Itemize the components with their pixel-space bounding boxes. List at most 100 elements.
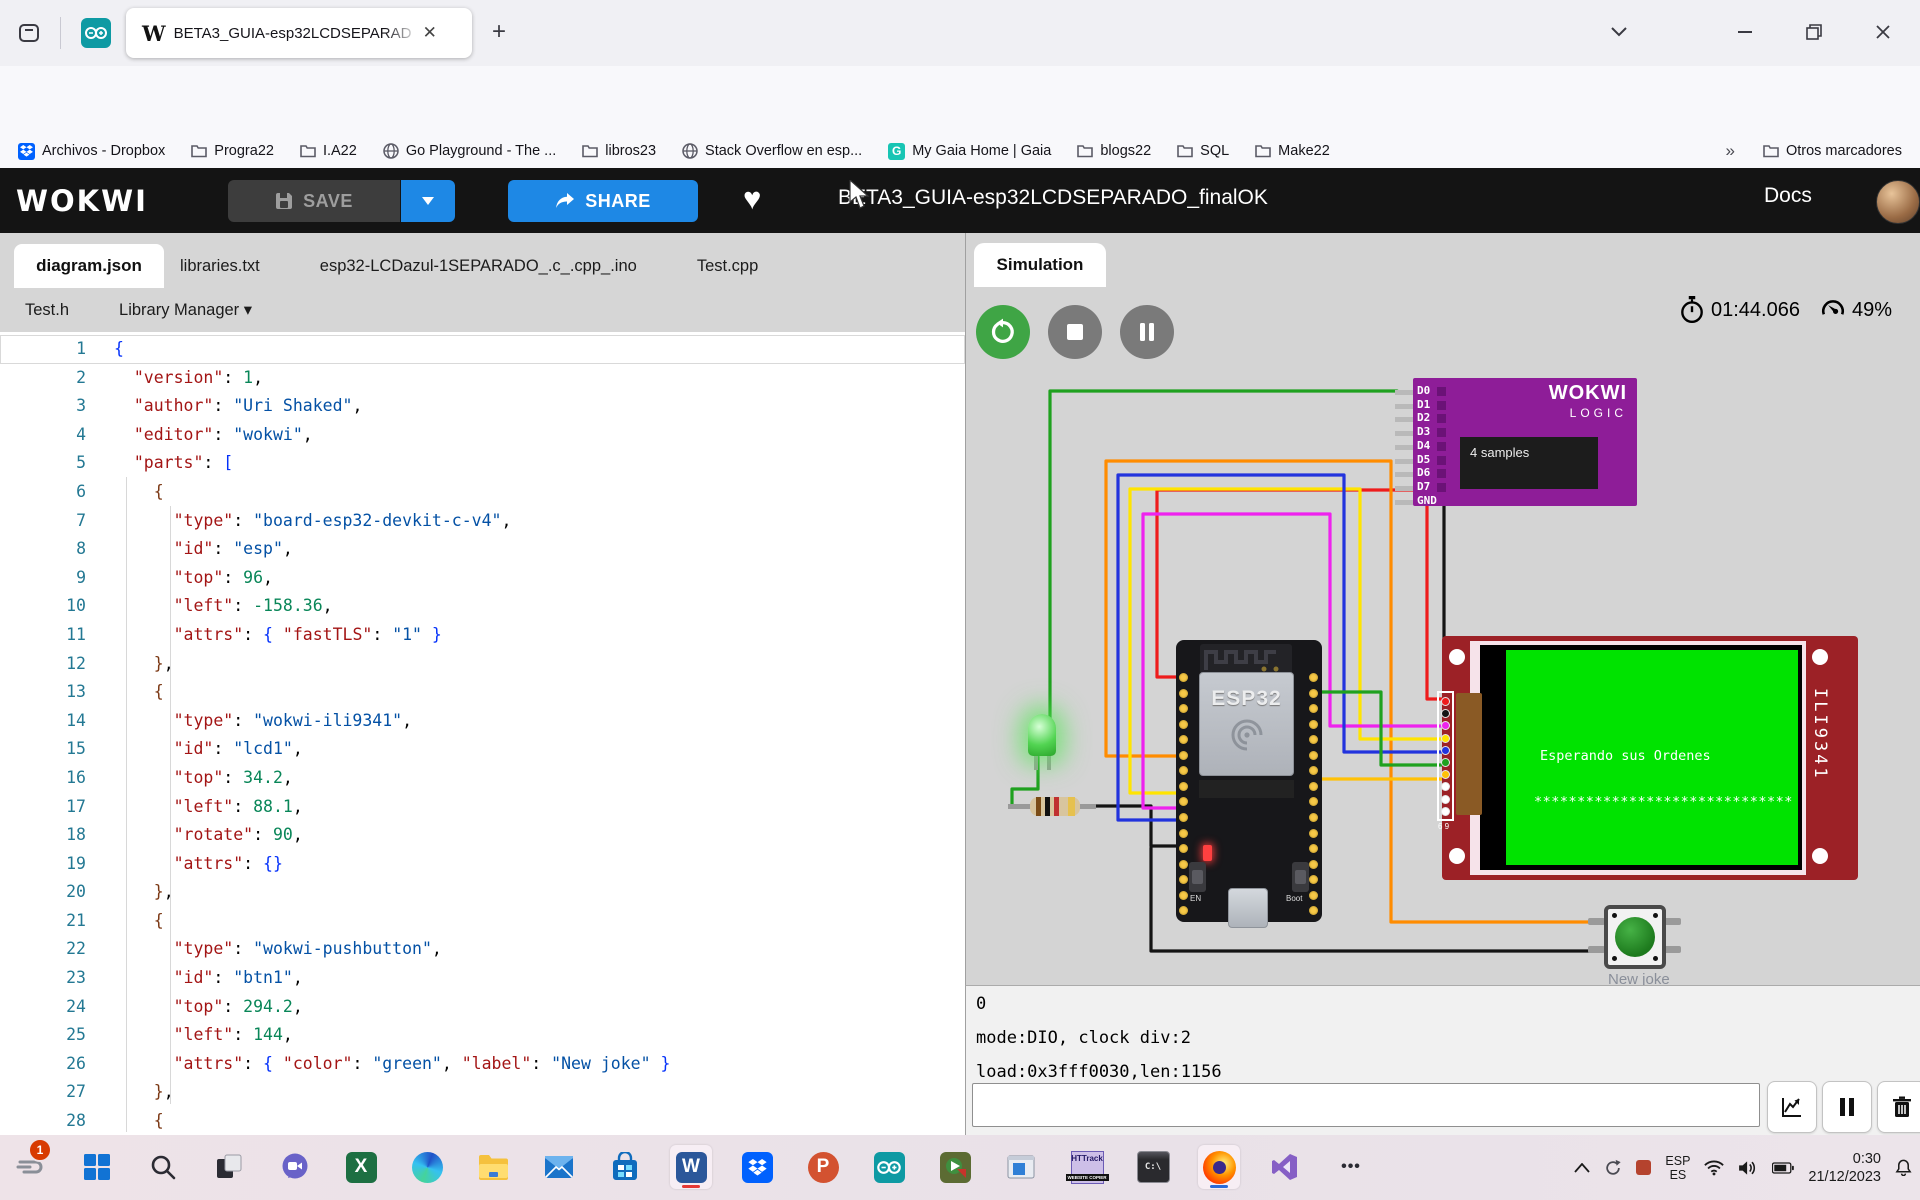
resistor[interactable] <box>1030 797 1080 816</box>
code-line[interactable]: 24 "top": 294.2, <box>0 993 965 1022</box>
taskbar-excel[interactable]: X <box>340 1145 382 1189</box>
code-line[interactable]: 27 }, <box>0 1078 965 1107</box>
serial-input[interactable] <box>972 1083 1760 1127</box>
code-line[interactable]: 28 { <box>0 1107 965 1135</box>
code-line[interactable]: 11 "attrs": { "fastTLS": "1" } <box>0 621 965 650</box>
bookmark-item[interactable]: I.A22 <box>296 138 361 164</box>
taskbar-chat[interactable] <box>274 1145 316 1189</box>
clock[interactable]: 0:3021/12/2023 <box>1808 1150 1881 1186</box>
code-line[interactable]: 21 { <box>0 907 965 936</box>
bookmarks-overflow-chevrons[interactable]: » <box>1721 138 1738 164</box>
taskbar-arduino[interactable] <box>868 1145 910 1189</box>
green-led[interactable] <box>1028 714 1056 756</box>
code-line[interactable]: 8 "id": "esp", <box>0 535 965 564</box>
window-close-button[interactable] <box>1876 16 1890 48</box>
ili9341-lcd[interactable]: Esperando sus Ordenes ******************… <box>1442 636 1858 880</box>
code-line[interactable]: 23 "id": "btn1", <box>0 964 965 993</box>
editor-tab[interactable]: esp32-LCDazul-1SEPARADO_.c_.cpp_.ino <box>320 257 637 276</box>
code-line[interactable]: 10 "left": -158.36, <box>0 592 965 621</box>
save-button[interactable]: SAVE <box>228 180 400 222</box>
tab-list-chevron-icon[interactable] <box>1611 16 1627 48</box>
tab-close-icon[interactable]: ✕ <box>423 23 437 43</box>
taskbar-terminal[interactable]: C:\ <box>1132 1145 1174 1189</box>
taskbar-dev-cpp[interactable] <box>934 1145 976 1189</box>
code-line[interactable]: 6 { <box>0 478 965 507</box>
bookmark-item[interactable]: libros23 <box>578 138 660 164</box>
bookmark-item[interactable]: Progra22 <box>187 138 278 164</box>
code-line[interactable]: 13 { <box>0 678 965 707</box>
firefox-view-icon[interactable] <box>12 16 46 50</box>
stop-button[interactable] <box>1048 305 1102 359</box>
esp32-en-button[interactable] <box>1189 862 1206 892</box>
bookmark-item[interactable]: blogs22 <box>1073 138 1155 164</box>
window-minimize-button[interactable] <box>1738 16 1752 48</box>
code-line[interactable]: 12 }, <box>0 650 965 679</box>
esp32-board[interactable]: ESP32 EN Boot <box>1176 640 1322 922</box>
pushbutton-cap[interactable] <box>1615 917 1655 957</box>
pushbutton[interactable] <box>1604 905 1666 969</box>
clear-serial-button[interactable] <box>1877 1081 1920 1133</box>
code-line[interactable]: 7 "type": "board-esp32-devkit-c-v4", <box>0 507 965 536</box>
notification-bell-icon[interactable] <box>1895 1159 1912 1176</box>
taskbar-task-view[interactable] <box>208 1145 250 1189</box>
pause-button[interactable] <box>1120 305 1174 359</box>
taskbar-dropbox[interactable] <box>736 1145 778 1189</box>
taskbar-start[interactable] <box>76 1145 118 1189</box>
bookmark-item[interactable]: Go Playground - The ... <box>379 138 560 164</box>
taskbar-word[interactable]: W <box>670 1145 712 1189</box>
bookmark-item[interactable]: SQL <box>1173 138 1233 164</box>
code-line[interactable]: 18 "rotate": 90, <box>0 821 965 850</box>
wifi-icon[interactable] <box>1704 1160 1724 1176</box>
code-line[interactable]: 17 "left": 88.1, <box>0 793 965 822</box>
esp32-boot-button[interactable] <box>1292 862 1309 892</box>
code-editor[interactable]: 1{2 "version": 1,3 "author": "Uri Shaked… <box>0 332 965 1135</box>
language-indicator[interactable]: ESPES <box>1665 1154 1690 1182</box>
bookmark-item[interactable]: GMy Gaia Home | Gaia <box>884 138 1055 164</box>
tab-simulation[interactable]: Simulation <box>974 243 1106 287</box>
logic-analyzer[interactable]: WOKWI LOGIC 4 samples D0D1D2D3D4D5D6D7GN… <box>1413 378 1637 506</box>
code-line[interactable]: 2 "version": 1, <box>0 364 965 393</box>
code-line[interactable]: 22 "type": "wokwi-pushbutton", <box>0 935 965 964</box>
plot-button[interactable] <box>1767 1081 1817 1133</box>
restart-button[interactable] <box>976 305 1030 359</box>
code-line[interactable]: 20 }, <box>0 878 965 907</box>
code-line[interactable]: 5 "parts": [ <box>0 449 965 478</box>
bookmark-item[interactable]: Stack Overflow en esp... <box>678 138 866 164</box>
volume-icon[interactable] <box>1738 1160 1758 1176</box>
taskbar-firefox[interactable] <box>1198 1145 1240 1189</box>
code-line[interactable]: 4 "editor": "wokwi", <box>0 421 965 450</box>
share-button[interactable]: SHARE <box>508 180 698 222</box>
user-avatar[interactable] <box>1876 180 1920 224</box>
wokwi-logo[interactable]: WOKWI <box>16 184 148 218</box>
code-line[interactable]: 25 "left": 144, <box>0 1021 965 1050</box>
code-line[interactable]: 1{ <box>0 335 965 364</box>
editor-tab[interactable]: Test.h <box>25 301 69 320</box>
taskbar-file-explorer[interactable] <box>472 1145 514 1189</box>
pinned-tab-arduino[interactable] <box>76 13 116 53</box>
taskbar-edge[interactable] <box>406 1145 448 1189</box>
docs-link[interactable]: Docs <box>1764 184 1812 208</box>
code-line[interactable]: 15 "id": "lcd1", <box>0 735 965 764</box>
taskbar-mail[interactable] <box>538 1145 580 1189</box>
code-line[interactable]: 9 "top": 96, <box>0 564 965 593</box>
taskbar-vm[interactable] <box>1000 1145 1042 1189</box>
taskbar-visual-studio[interactable] <box>1264 1145 1306 1189</box>
code-line[interactable]: 26 "attrs": { "color": "green", "label":… <box>0 1050 965 1079</box>
tray-app-icon[interactable] <box>1636 1160 1651 1175</box>
save-dropdown-button[interactable] <box>401 180 455 222</box>
sync-tray-icon[interactable] <box>1604 1159 1622 1177</box>
other-bookmarks[interactable]: Otros marcadores <box>1759 138 1906 164</box>
taskbar-more[interactable]: ••• <box>1330 1145 1372 1189</box>
bookmark-item[interactable]: Make22 <box>1251 138 1334 164</box>
editor-tab[interactable]: Library Manager ▾ <box>119 300 252 320</box>
code-line[interactable]: 16 "top": 34.2, <box>0 764 965 793</box>
pause-serial-button[interactable] <box>1822 1081 1872 1133</box>
code-line[interactable]: 14 "type": "wokwi-ili9341", <box>0 707 965 736</box>
code-line[interactable]: 3 "author": "Uri Shaked", <box>0 392 965 421</box>
tab-diagram-json[interactable]: diagram.json <box>14 244 164 288</box>
project-title[interactable]: BETA3_GUIA-esp32LCDSEPARADO_finalOK <box>838 186 1268 210</box>
browser-tab[interactable]: W BETA3_GUIA-esp32LCDSEPARAD ✕ <box>126 8 472 58</box>
bookmark-item[interactable]: Archivos - Dropbox <box>14 138 169 164</box>
taskbar-powerpoint[interactable]: P <box>802 1145 844 1189</box>
window-restore-button[interactable] <box>1806 16 1822 48</box>
